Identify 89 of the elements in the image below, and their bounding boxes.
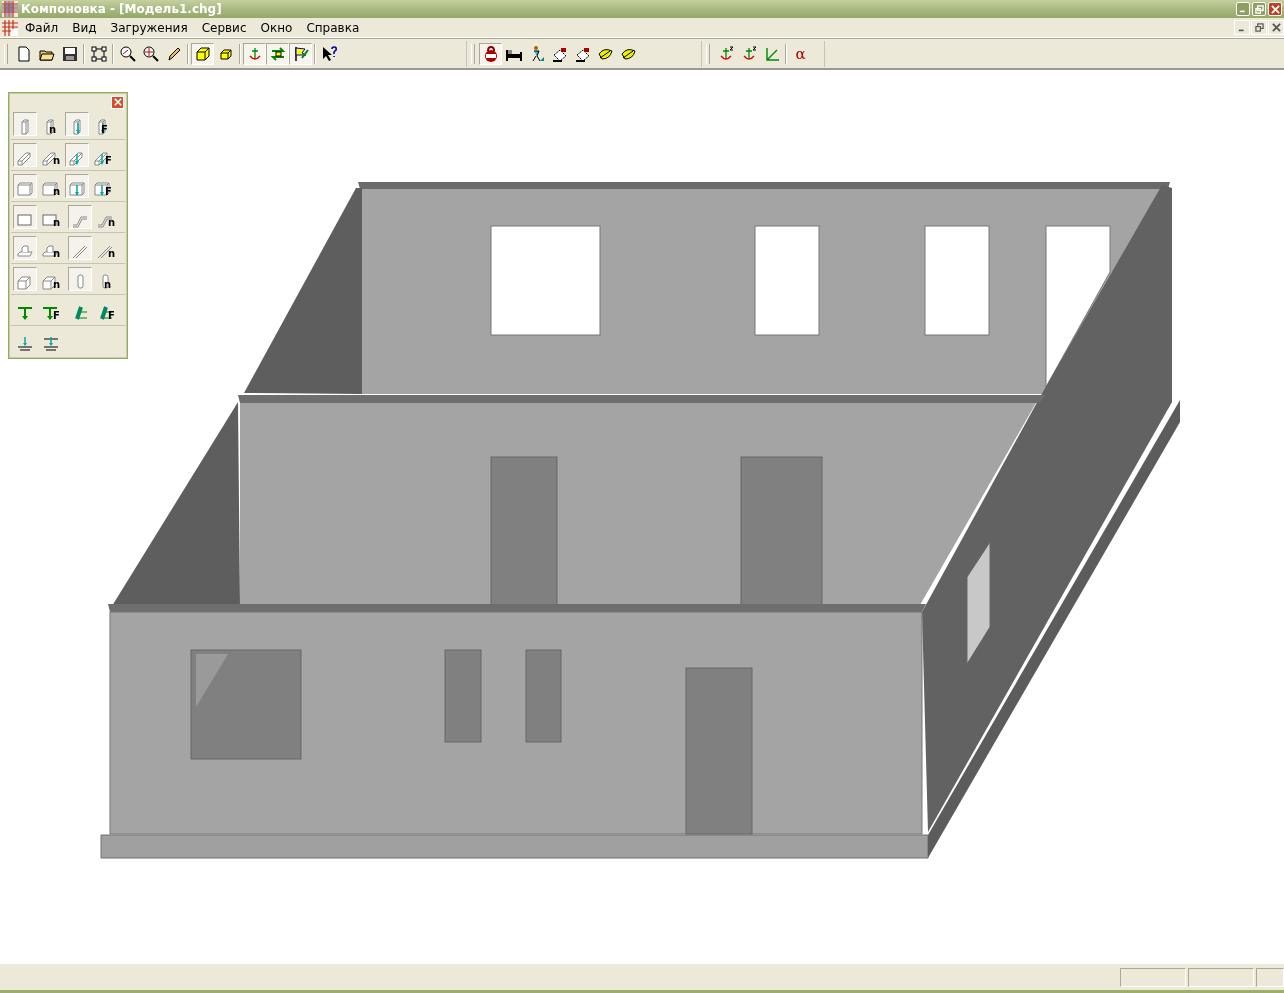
pile-tool-button[interactable] xyxy=(68,267,92,291)
beam-icon xyxy=(69,150,85,166)
plate-tool-button[interactable] xyxy=(13,174,37,198)
beam-icon xyxy=(17,150,33,166)
pile-tool-button[interactable]: n xyxy=(94,267,118,291)
rect-icon xyxy=(17,212,33,228)
menu-item[interactable]: Окно xyxy=(253,20,300,35)
swap-button[interactable] xyxy=(266,42,289,65)
beam-tool-button[interactable] xyxy=(13,143,37,167)
close-button[interactable] xyxy=(1268,20,1284,35)
menu-item[interactable]: Сервис xyxy=(194,20,254,35)
pile-icon xyxy=(76,274,84,290)
plate-tool-button[interactable]: F xyxy=(91,174,115,198)
rect-tool-button[interactable] xyxy=(13,205,37,229)
ramp-icon xyxy=(96,243,113,259)
block-tool-button[interactable]: n xyxy=(39,267,63,291)
plate-icon xyxy=(69,181,85,197)
column-icon xyxy=(98,119,107,135)
flag-button[interactable] xyxy=(289,42,312,65)
stair-tool-button[interactable]: n xyxy=(94,205,118,229)
column-tool-button[interactable] xyxy=(13,112,37,136)
alpha-button[interactable]: α xyxy=(789,42,812,65)
ground-icon xyxy=(17,336,33,352)
load-e-icon xyxy=(72,305,88,321)
restore-icon xyxy=(1254,4,1264,14)
beam-icon xyxy=(41,150,58,166)
footing-tool-button[interactable] xyxy=(13,236,37,260)
flag-icon xyxy=(292,45,309,62)
plate-tool-button[interactable]: n xyxy=(39,174,63,198)
close-button[interactable] xyxy=(111,95,124,109)
menu-item[interactable]: Файл xyxy=(18,20,66,35)
cube-button[interactable] xyxy=(191,42,214,65)
footing-icon xyxy=(17,243,33,259)
pile-icon xyxy=(100,274,109,290)
beam-icon xyxy=(94,150,111,166)
fit-icon xyxy=(90,45,107,62)
beam-tool-button[interactable]: n xyxy=(39,143,63,167)
minimize-button[interactable] xyxy=(1236,2,1250,16)
weight-button[interactable] xyxy=(479,42,502,65)
column-icon xyxy=(73,119,81,135)
stair-tool-button[interactable] xyxy=(68,205,92,229)
close-icon xyxy=(1271,23,1281,32)
block-icon xyxy=(41,274,58,290)
new-icon xyxy=(15,45,32,62)
restore-icon xyxy=(1254,23,1264,32)
menu-item[interactable]: Справка xyxy=(299,20,367,35)
ramp-tool-button[interactable]: n xyxy=(94,236,118,260)
menu-item[interactable]: Загружения xyxy=(103,20,195,35)
anchor-button[interactable] xyxy=(243,42,266,65)
save-icon xyxy=(61,45,78,62)
cube-icon xyxy=(194,45,211,62)
column-tool-button[interactable]: n xyxy=(39,112,63,136)
close-icon xyxy=(1270,4,1280,14)
help-icon xyxy=(321,45,338,62)
footing-tool-button[interactable]: n xyxy=(39,236,63,260)
block-icon xyxy=(17,274,33,290)
menu-item[interactable]: Вид xyxy=(65,20,104,35)
close-icon xyxy=(113,98,122,106)
plate-tool-button[interactable] xyxy=(65,174,89,198)
rect-tool-button[interactable]: n xyxy=(39,205,63,229)
plate-icon xyxy=(41,181,58,197)
block-tool-button[interactable] xyxy=(13,267,37,291)
ramp-icon xyxy=(72,243,88,259)
rect-icon xyxy=(41,212,58,228)
restore-button[interactable] xyxy=(1251,20,1267,35)
footing-icon xyxy=(41,243,58,259)
load-t-icon xyxy=(42,305,59,321)
plate-icon xyxy=(94,181,111,197)
pencil-icon xyxy=(165,45,182,62)
plate-icon xyxy=(17,181,33,197)
axes-icon xyxy=(763,45,780,62)
beam-tool-button[interactable]: F xyxy=(91,143,115,167)
load-t-icon xyxy=(17,305,33,321)
swap-icon xyxy=(269,45,286,62)
load-e-icon xyxy=(97,305,114,321)
column-icon xyxy=(21,119,29,135)
column-tool-button[interactable]: F xyxy=(91,112,115,136)
zoom-icon xyxy=(119,45,136,62)
weight-icon xyxy=(482,45,499,62)
beam-tool-button[interactable] xyxy=(65,143,89,167)
ramp-tool-button[interactable] xyxy=(68,236,92,260)
ground-double-icon xyxy=(43,336,59,352)
close-button[interactable] xyxy=(1268,2,1282,16)
load-e-tool-button[interactable]: F xyxy=(94,298,118,322)
zoom-target-icon xyxy=(142,45,159,62)
load-t-tool-button[interactable]: F xyxy=(39,298,63,322)
column-icon xyxy=(45,119,54,135)
window-title: Компоновка - [Модель1.chg] xyxy=(21,2,222,16)
column-tool-button[interactable] xyxy=(65,112,89,136)
